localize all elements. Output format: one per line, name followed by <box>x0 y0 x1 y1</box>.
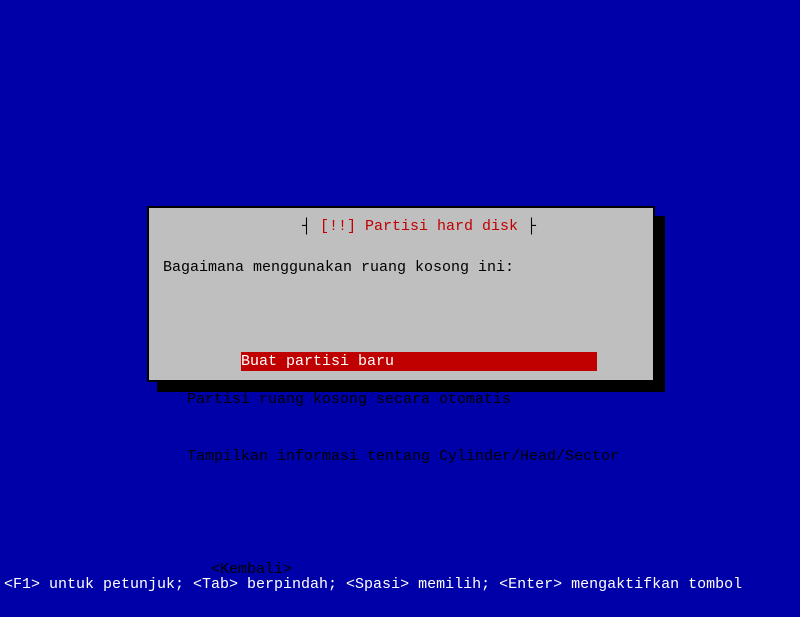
menu-item-create-partition[interactable]: Buat partisi baru <box>241 352 597 371</box>
menu-item-show-chs-info[interactable]: Tampilkan informasi tentang Cylinder/Hea… <box>187 447 639 466</box>
dialog-content: Bagaimana menggunakan ruang kosong ini: … <box>149 208 653 617</box>
partition-dialog: ┤ [!!] Partisi hard disk ├ Bagaimana men… <box>147 206 655 382</box>
help-footer: <F1> untuk petunjuk; <Tab> berpindah; <S… <box>4 575 742 594</box>
menu-item-auto-partition[interactable]: Partisi ruang kosong secara otomatis <box>187 390 639 409</box>
title-marker: [!!] <box>320 218 356 235</box>
menu: Buat partisi baru Partisi ruang kosong s… <box>187 333 639 504</box>
dialog-title: Partisi hard disk <box>365 218 518 235</box>
dialog-prompt: Bagaimana menggunakan ruang kosong ini: <box>163 258 639 277</box>
dialog-title-row: ┤ [!!] Partisi hard disk ├ <box>149 198 653 255</box>
